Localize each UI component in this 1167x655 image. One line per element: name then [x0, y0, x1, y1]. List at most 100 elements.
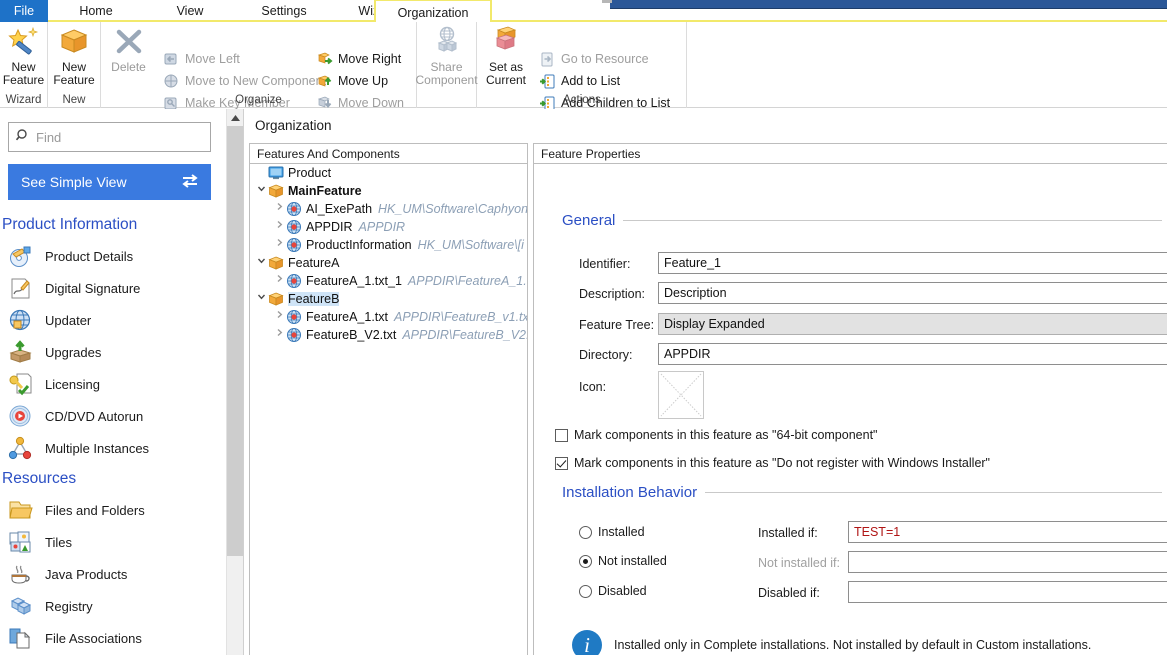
sidebar-item-tiles[interactable]: Tiles — [8, 526, 218, 558]
sidebar-item-files-and-folders[interactable]: Files and Folders — [8, 494, 218, 526]
radio-not-installed-row[interactable]: Not installed — [579, 554, 667, 568]
checkbox-64bit-row[interactable]: Mark components in this feature as "64-b… — [555, 428, 877, 442]
tree-row-product[interactable]: Product — [250, 164, 527, 182]
component-icon — [286, 237, 302, 253]
move-left-button[interactable]: Move Left — [163, 48, 240, 70]
sidebar-item-multiple-instances[interactable]: Multiple Instances — [8, 432, 218, 464]
tree-row-featureb[interactable]: FeatureB — [250, 290, 527, 308]
chevron-down-icon[interactable] — [254, 254, 268, 272]
sidebar-item-multiple-instances-label: Multiple Instances — [45, 440, 150, 456]
disabled-if-input[interactable] — [848, 581, 1167, 603]
properties-body: General Identifier: Feature_1 Descriptio… — [534, 164, 1167, 655]
ribbon: New Feature Wizard New Feature New Delet… — [0, 22, 1167, 110]
move-up-button[interactable]: Move Up — [316, 70, 388, 92]
group-divider-line — [705, 492, 1162, 493]
icon-preview-box[interactable] — [658, 371, 704, 419]
sidebar-item-files-and-folders-label: Files and Folders — [45, 502, 145, 518]
feature-tree-select[interactable]: Display Expanded — [658, 313, 1167, 335]
sidebar-scrollbar-thumb[interactable] — [227, 126, 244, 556]
sidebar-item-upgrades[interactable]: Upgrades — [8, 336, 218, 368]
tree-row-featureb-v2-txt[interactable]: FeatureB_V2.txt APPDIR\FeatureB_V2.tx — [250, 326, 527, 344]
tree-label-featurea-1-txt: FeatureA_1.txt — [306, 310, 388, 324]
feature-box-icon — [268, 291, 284, 307]
tree-row-ai-exepath[interactable]: AI_ExePath HK_UM\Software\Caphyon\. — [250, 200, 527, 218]
tree-row-productinformation[interactable]: ProductInformation HK_UM\Software\[i — [250, 236, 527, 254]
radio-disabled-row[interactable]: Disabled — [579, 584, 647, 598]
move-to-new-component-button[interactable]: Move to New Component — [163, 70, 326, 92]
go-to-resource-button[interactable]: Go to Resource — [539, 48, 649, 70]
tree-row-mainfeature[interactable]: MainFeature — [250, 182, 527, 200]
see-simple-view-button[interactable]: See Simple View — [8, 164, 211, 200]
main-content: Organization Features And Components Pro… — [244, 109, 1167, 655]
tab-view[interactable]: View — [144, 0, 236, 22]
add-to-list-icon — [539, 73, 556, 90]
sidebar-item-licensing[interactable]: Licensing — [8, 368, 218, 400]
move-left-icon — [163, 51, 180, 68]
description-input[interactable]: Description — [658, 282, 1167, 304]
description-label: Description: — [579, 287, 645, 301]
sidebar-item-updater[interactable]: Updater — [8, 304, 218, 336]
set-as-current-line1: Set as — [488, 60, 523, 74]
tab-home[interactable]: Home — [48, 0, 144, 22]
radio-not-installed[interactable] — [579, 554, 592, 568]
not-installed-if-label: Not installed if: — [758, 556, 840, 570]
tab-file[interactable]: File — [0, 0, 48, 22]
chevron-right-icon[interactable] — [272, 308, 286, 326]
not-installed-if-input[interactable] — [848, 551, 1167, 573]
chevron-down-icon[interactable] — [254, 290, 268, 308]
sidebar-item-java-products[interactable]: Java Products — [8, 558, 218, 590]
scroll-up-arrow-icon[interactable] — [227, 109, 244, 126]
tree-panel-header: Features And Components — [250, 144, 527, 164]
updater-icon — [8, 308, 33, 333]
tab-settings-label: Settings — [261, 4, 307, 18]
sidebar-item-digital-signature[interactable]: Digital Signature — [8, 272, 218, 304]
sidebar-section-resources: Resources — [2, 470, 77, 487]
chevron-right-icon[interactable] — [272, 326, 286, 344]
orange-box-icon — [57, 25, 91, 59]
checkbox-do-not-register[interactable] — [555, 456, 568, 470]
identifier-input[interactable]: Feature_1 — [658, 252, 1167, 274]
ribbon-group-label-actions: Actions — [563, 94, 601, 106]
search-input[interactable]: Find — [8, 122, 211, 152]
new-feature-wizard-button[interactable]: New Feature — [0, 25, 47, 87]
sidebar-scrollbar[interactable] — [226, 109, 244, 655]
tab-settings[interactable]: Settings — [236, 0, 332, 22]
tree-row-appdir[interactable]: APPDIR APPDIR — [250, 218, 527, 236]
sidebar-item-file-associations[interactable]: File Associations — [8, 622, 218, 654]
feature-tree[interactable]: Product MainFeature AI_ExePath HK_UM\Sof… — [250, 164, 527, 655]
sidebar-item-registry[interactable]: Registry — [8, 590, 218, 622]
folder-icon — [8, 498, 33, 523]
tree-row-featurea-1-txt-1[interactable]: FeatureA_1.txt_1 APPDIR\FeatureA_1.txt — [250, 272, 527, 290]
sidebar-item-cd-dvd-autorun[interactable]: CD/DVD Autorun — [8, 400, 218, 432]
move-right-icon — [316, 51, 333, 68]
chevron-right-icon[interactable] — [272, 200, 286, 218]
new-feature-button[interactable]: New Feature — [48, 25, 100, 87]
disabled-if-label: Disabled if: — [758, 586, 820, 600]
see-simple-view-label: See Simple View — [21, 174, 127, 190]
chevron-right-icon[interactable] — [272, 236, 286, 254]
tree-label-featureb: FeatureB — [288, 292, 340, 306]
tree-row-featurea-1-txt[interactable]: FeatureA_1.txt APPDIR\FeatureB_v1.txt — [250, 308, 527, 326]
info-icon: i — [572, 630, 602, 655]
installed-if-input[interactable]: TEST=1 — [848, 521, 1167, 543]
tree-row-featurea[interactable]: FeatureA — [250, 254, 527, 272]
chevron-right-icon[interactable] — [272, 218, 286, 236]
chevron-down-icon[interactable] — [254, 182, 268, 200]
move-right-label: Move Right — [338, 52, 402, 66]
move-right-button[interactable]: Move Right — [316, 48, 401, 70]
sidebar-item-product-details[interactable]: Product Details — [8, 240, 218, 272]
checkbox-64bit[interactable] — [555, 428, 568, 442]
radio-installed-row[interactable]: Installed — [579, 525, 645, 539]
chevron-right-icon[interactable] — [272, 272, 286, 290]
sidebar-item-digital-signature-label: Digital Signature — [45, 280, 141, 296]
tab-organization[interactable]: Organization — [374, 0, 492, 24]
radio-installed-label: Installed — [598, 525, 645, 539]
checkbox-do-not-register-row[interactable]: Mark components in this feature as "Do n… — [555, 456, 990, 470]
radio-disabled[interactable] — [579, 584, 592, 598]
directory-input[interactable]: APPDIR — [658, 343, 1167, 365]
set-as-current-button[interactable]: Set as Current — [477, 25, 535, 87]
radio-installed[interactable] — [579, 525, 592, 539]
add-to-list-button[interactable]: Add to List — [539, 70, 620, 92]
share-component-button[interactable]: Share Component — [415, 25, 478, 87]
delete-button[interactable]: Delete — [101, 25, 156, 74]
